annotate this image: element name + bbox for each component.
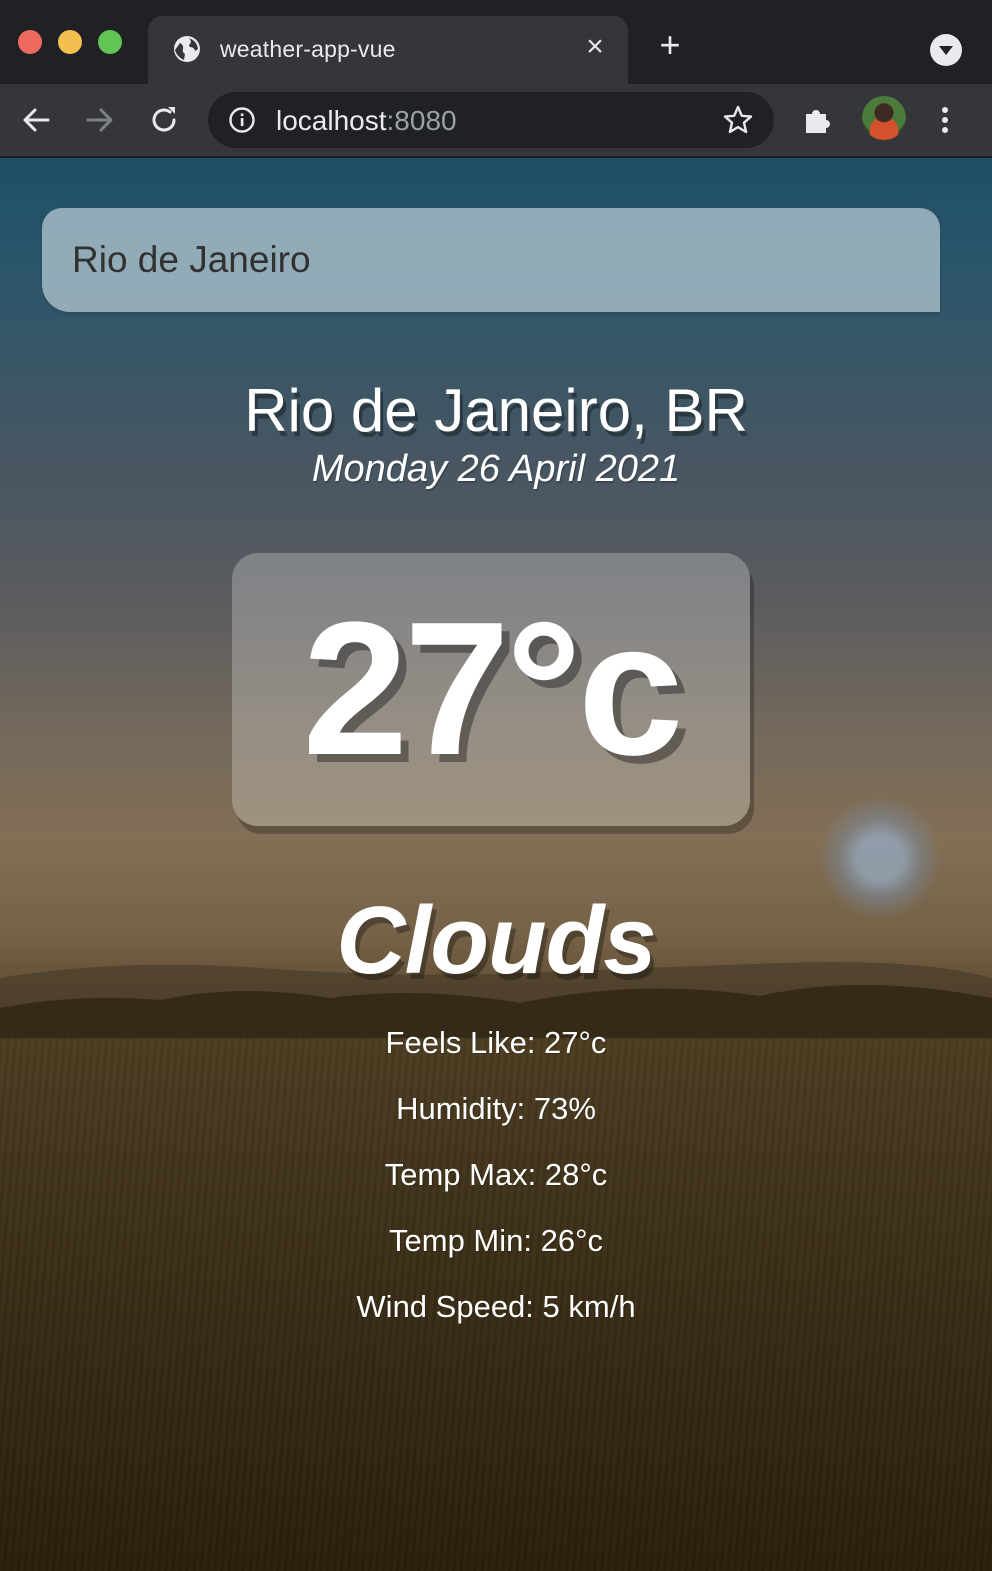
window-close-button[interactable] <box>18 30 42 54</box>
temp-max: Temp Max: 28°c <box>384 1157 608 1192</box>
wind-speed: Wind Speed: 5 km/h <box>356 1289 636 1324</box>
browser-tab[interactable]: weather-app-vue × <box>148 16 628 84</box>
browser-tab-bar: weather-app-vue × + <box>0 0 992 84</box>
window-maximize-button[interactable] <box>98 30 122 54</box>
feels-like: Feels Like: 27°c <box>385 1025 607 1060</box>
search-input[interactable] <box>42 208 940 312</box>
humidity: Humidity: 73% <box>396 1091 596 1126</box>
avatar[interactable] <box>862 96 906 140</box>
temp-min: Temp Min: 26°c <box>389 1223 603 1258</box>
puzzle-icon[interactable] <box>800 102 836 138</box>
info-icon[interactable] <box>228 106 256 134</box>
close-icon[interactable]: × <box>580 32 610 62</box>
globe-icon <box>174 36 200 62</box>
back-arrow-icon[interactable] <box>18 102 54 138</box>
location-title: Rio de Janeiro, BR <box>244 377 748 444</box>
tab-search-button[interactable] <box>930 34 962 66</box>
forward-arrow-icon[interactable] <box>82 102 118 138</box>
reload-icon[interactable] <box>146 102 182 138</box>
url-text: localhost:8080 <box>276 105 457 137</box>
temperature-value: 27°c <box>302 583 684 795</box>
temperature-box: 27°c <box>232 553 750 826</box>
window-minimize-button[interactable] <box>58 30 82 54</box>
plus-icon[interactable]: + <box>655 27 685 63</box>
weather-condition: Clouds <box>336 887 656 994</box>
url-host: localhost <box>276 105 387 136</box>
address-bar[interactable]: localhost:8080 <box>208 92 774 148</box>
star-icon[interactable] <box>722 104 754 136</box>
weather-page: Rio de Janeiro, BR Monday 26 April 2021 … <box>0 158 992 1571</box>
weather-details: Feels Like: 27°c Humidity: 73% Temp Max:… <box>0 1023 992 1353</box>
url-port: :8080 <box>386 105 457 136</box>
date-text: Monday 26 April 2021 <box>311 448 681 490</box>
background-overlay <box>0 158 992 1571</box>
kebab-menu-icon[interactable] <box>930 102 960 138</box>
tab-title: weather-app-vue <box>220 36 396 62</box>
browser-toolbar: localhost:8080 <box>0 84 992 158</box>
